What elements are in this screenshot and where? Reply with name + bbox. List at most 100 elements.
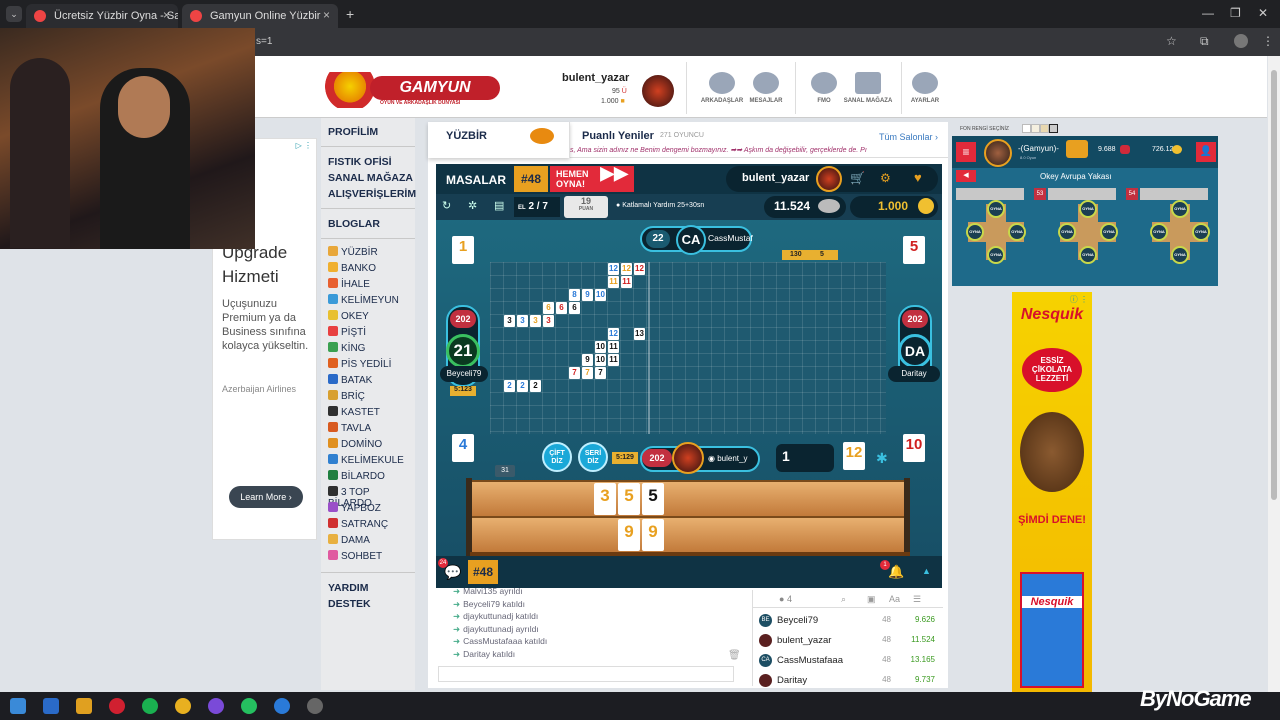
board-tile[interactable]: 11	[608, 354, 619, 366]
refresh-icon[interactable]: ↻	[442, 199, 451, 212]
start-icon[interactable]	[10, 698, 26, 714]
clipboard-icon[interactable]: ▤	[494, 199, 504, 212]
board-tile[interactable]: 2	[530, 380, 541, 392]
board-tile[interactable]: 8	[569, 289, 580, 301]
board-tile[interactable]: 9	[582, 354, 593, 366]
board-tile[interactable]: 10	[595, 289, 606, 301]
board-tile[interactable]: 3	[543, 315, 554, 327]
seat-button[interactable]: OYNA	[1192, 223, 1210, 241]
player-search-icon[interactable]: ⌕	[841, 594, 846, 605]
seat-button[interactable]: OYNA	[987, 246, 1005, 264]
board-tile[interactable]: 3	[530, 315, 541, 327]
store-button[interactable]: SANAL MAĞAZA	[838, 72, 898, 104]
board-tile[interactable]: 11	[608, 341, 619, 353]
extensions-icon[interactable]: ⧉	[1200, 34, 1209, 49]
nav-game-7[interactable]: PİS YEDİLİ	[328, 358, 391, 372]
tables-label[interactable]: MASALAR	[446, 173, 506, 187]
board-tile[interactable]: 12	[621, 263, 632, 275]
rack-tile[interactable]: 3	[594, 483, 616, 515]
menu-icon[interactable]: ≡	[956, 142, 976, 162]
obs-icon[interactable]	[307, 698, 323, 714]
explorer-icon[interactable]	[43, 698, 59, 714]
player-row[interactable]: bulent_yazar 48 11.524	[759, 632, 935, 650]
board-tile[interactable]: 10	[595, 341, 606, 353]
double-button[interactable]: ÇİFT DİZ	[542, 442, 572, 472]
board-grid[interactable]: 12 12 12 11 11 8 9 10 6 6 6 3 3 3 3 12 13 10 11 9 10 11 7 7 7 2 2 2	[490, 262, 886, 434]
deck[interactable]: 1	[776, 444, 834, 472]
board-tile[interactable]: 3	[504, 315, 515, 327]
gear-icon[interactable]: ⚙	[880, 171, 891, 185]
nav-fistik-office[interactable]: FISTIK OFİSİ	[328, 156, 392, 168]
nav-game-15[interactable]: 3 TOP BİLARDO	[328, 486, 415, 509]
nav-game-9[interactable]: BRİÇ	[328, 390, 365, 404]
ad-choices-icon[interactable]: ▷ ⋮	[296, 141, 312, 150]
learn-more-button[interactable]: Learn More ›	[229, 486, 303, 508]
nav-game-2[interactable]: İHALE	[328, 278, 370, 292]
nav-virtual-store[interactable]: SANAL MAĞAZA	[328, 172, 413, 184]
nav-help[interactable]: YARDIM	[328, 582, 368, 594]
board-tile[interactable]: 12	[634, 263, 645, 275]
nav-support[interactable]: DESTEK	[328, 598, 371, 610]
player-list-icon[interactable]: ☰	[913, 594, 921, 605]
nav-blogs[interactable]: BLOGLAR	[328, 218, 380, 230]
nav-profile[interactable]: PROFİLİM	[328, 126, 378, 138]
profile-avatar[interactable]	[1234, 34, 1248, 48]
seat-button[interactable]: OYNA	[1171, 246, 1189, 264]
outlook-icon[interactable]	[274, 698, 290, 714]
font-size-icon[interactable]: Aa	[889, 594, 900, 604]
board-tile[interactable]: 11	[608, 276, 619, 288]
expand-up-icon[interactable]: ▲	[922, 566, 931, 576]
header-avatar[interactable]	[642, 75, 674, 107]
tab-2[interactable]: Gamyun Online Yüzbir ×	[182, 4, 338, 28]
settings-button[interactable]: AYARLAR	[895, 72, 955, 104]
rack-tile[interactable]: 5	[618, 483, 640, 515]
board-tile[interactable]: 9	[582, 289, 593, 301]
nav-game-4[interactable]: OKEY	[328, 310, 369, 324]
whatsapp-icon[interactable]	[241, 698, 257, 714]
rack-bottom-row[interactable]	[470, 516, 910, 554]
board-tile[interactable]: 10	[595, 354, 606, 366]
messages-button[interactable]: MESAJLAR	[736, 72, 796, 104]
heart-icon[interactable]: ♥	[914, 170, 922, 185]
bg-color-swatches[interactable]	[1022, 124, 1068, 134]
new-tab-icon[interactable]: +	[346, 6, 354, 22]
chat-input[interactable]	[438, 666, 734, 682]
board-tile[interactable]: 6	[569, 302, 580, 314]
nav-game-18[interactable]: DAMA	[328, 534, 370, 548]
seat-button[interactable]: OYNA	[966, 223, 984, 241]
room-back-icon[interactable]: ◀	[956, 170, 976, 182]
header-username[interactable]: bulent_yazar	[562, 72, 629, 84]
nav-game-13[interactable]: KELİMEKULE	[328, 454, 404, 468]
board-tile[interactable]: 3	[517, 315, 528, 327]
seat-button[interactable]: OYNA	[1079, 246, 1097, 264]
copilot-icon[interactable]	[76, 698, 92, 714]
spotify-icon[interactable]	[142, 698, 158, 714]
nesquik-ad[interactable]: ⓘ ⋮ Nesquik ESSİZ ÇİKOLATA LEZZETİ ŞİMDİ…	[1012, 292, 1092, 692]
chrome-icon[interactable]	[175, 698, 191, 714]
tab-1[interactable]: Ücretsiz Yüzbir Oyna - Salon Li ×	[26, 4, 178, 28]
player-row[interactable]: CA CassMustafaaa 48 13.165	[759, 652, 935, 670]
tab-search-button[interactable]: ⌄	[6, 6, 22, 22]
ad-choices-icon[interactable]: ⓘ ⋮	[1070, 294, 1088, 305]
nav-game-17[interactable]: SATRANÇ	[328, 518, 388, 532]
nav-game-0[interactable]: YÜZBİR	[328, 246, 378, 260]
nav-game-5[interactable]: PİŞTİ	[328, 326, 366, 340]
nav-game-11[interactable]: TAVLA	[328, 422, 371, 436]
snowflake-icon[interactable]: ✲	[468, 199, 477, 212]
nav-game-14[interactable]: BİLARDO	[328, 470, 385, 484]
board-tile[interactable]: 2	[517, 380, 528, 392]
player-row[interactable]: BE Beyceli79 48 9.626	[759, 612, 935, 630]
nav-game-8[interactable]: BATAK	[328, 374, 372, 388]
nav-game-10[interactable]: KASTET	[328, 406, 380, 420]
rack-top-row[interactable]	[470, 480, 910, 518]
play-now-button[interactable]: HEMEN OYNA! ▶▶	[550, 164, 634, 192]
bookmark-star-icon[interactable]: ☆	[1166, 34, 1177, 48]
board-tile[interactable]: 12	[608, 263, 619, 275]
board-tile[interactable]: 7	[569, 367, 580, 379]
all-rooms-link[interactable]: Tüm Salonlar ›	[879, 132, 938, 142]
board-tile[interactable]: 6	[556, 302, 567, 314]
player-row[interactable]: Daritay 48 9.737	[759, 672, 935, 690]
seat-button[interactable]: OYNA	[1100, 223, 1118, 241]
board-tile[interactable]: 2	[504, 380, 515, 392]
nav-game-12[interactable]: DOMİNO	[328, 438, 382, 452]
